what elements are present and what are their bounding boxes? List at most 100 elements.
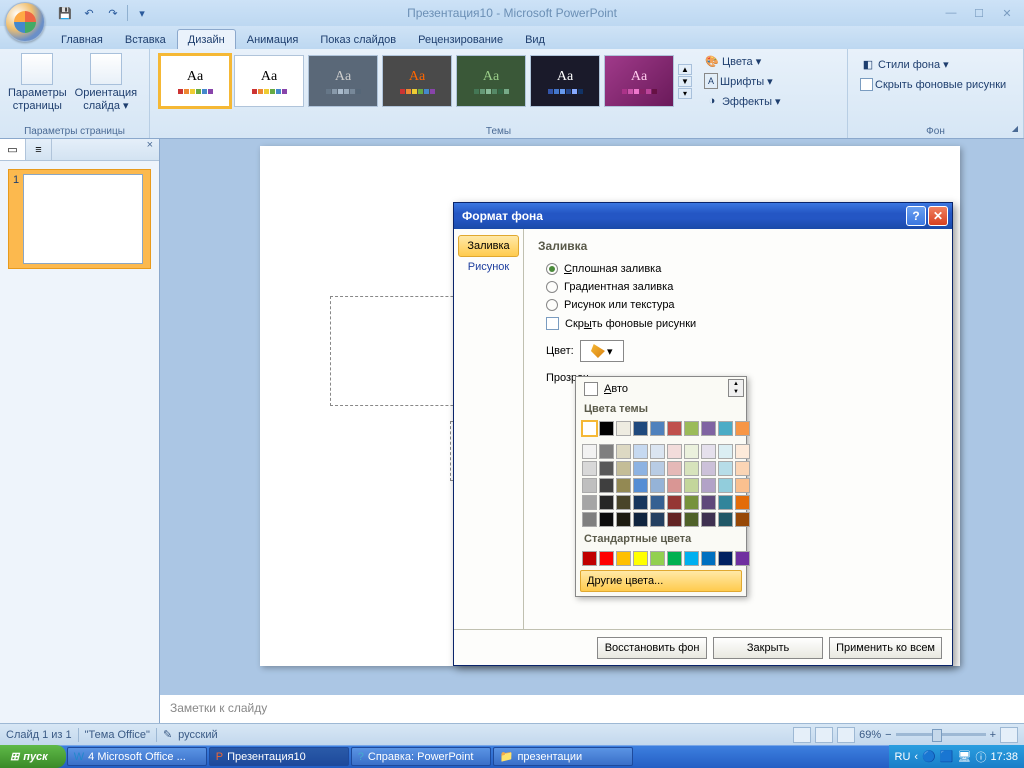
zoom-out-button[interactable]: − (885, 729, 891, 741)
theme-thumb-7[interactable]: Aa (604, 55, 674, 107)
color-swatch[interactable] (684, 444, 699, 459)
themes-more[interactable]: ▾ (678, 88, 692, 99)
slideshow-view-button[interactable] (837, 727, 855, 743)
color-swatch[interactable] (667, 421, 682, 436)
dialog-titlebar[interactable]: Формат фона ? ✕ (454, 203, 952, 229)
more-colors-button[interactable]: Другие цвета... (580, 570, 742, 592)
color-swatch[interactable] (735, 478, 750, 493)
color-swatch[interactable] (582, 551, 597, 566)
color-swatch[interactable] (616, 495, 631, 510)
transparency-spinner[interactable]: ▲▼ (728, 379, 744, 397)
redo-icon[interactable]: ↷ (103, 3, 123, 23)
radio-picture-fill[interactable]: Рисунок или текстура (546, 299, 938, 311)
color-swatch[interactable] (684, 478, 699, 493)
minimize-button[interactable]: — (939, 4, 963, 22)
background-dialog-launcher[interactable]: ◢ (1009, 124, 1021, 136)
color-swatch[interactable] (650, 478, 665, 493)
color-swatch[interactable] (701, 421, 716, 436)
color-swatch[interactable] (633, 478, 648, 493)
color-swatch[interactable] (718, 421, 733, 436)
color-swatch[interactable] (667, 461, 682, 476)
theme-effects-button[interactable]: ◑Эффекты ▾ (700, 92, 790, 110)
close-button[interactable]: Закрыть (713, 637, 823, 659)
tray-icon-2[interactable]: 🟦 (940, 750, 954, 763)
color-swatch[interactable] (650, 444, 665, 459)
color-swatch[interactable] (718, 495, 733, 510)
themes-scroll-up[interactable]: ▲ (678, 64, 692, 75)
panel-close[interactable]: × (141, 139, 159, 160)
taskbar-item-folder[interactable]: 📁презентации (493, 747, 633, 766)
color-swatch[interactable] (633, 495, 648, 510)
theme-thumb-5[interactable]: Aa (456, 55, 526, 107)
color-swatch[interactable] (667, 551, 682, 566)
dialog-close-button[interactable]: ✕ (928, 206, 948, 226)
color-swatch[interactable] (701, 495, 716, 510)
save-icon[interactable]: 💾 (55, 3, 75, 23)
maximize-button[interactable]: ☐ (967, 4, 991, 22)
theme-thumb-4[interactable]: Aa (382, 55, 452, 107)
color-swatch[interactable] (633, 461, 648, 476)
color-swatch[interactable] (599, 478, 614, 493)
taskbar-item-help[interactable]: ?Справка: PowerPoint (351, 747, 491, 766)
color-swatch[interactable] (616, 421, 631, 436)
color-swatch[interactable] (599, 512, 614, 527)
color-swatch[interactable] (735, 512, 750, 527)
start-button[interactable]: ⊞пуск (0, 745, 66, 768)
color-swatch[interactable] (667, 478, 682, 493)
radio-solid-fill[interactable]: Сплошная заливка (546, 263, 938, 275)
tab-animation[interactable]: Анимация (236, 29, 310, 49)
color-swatch[interactable] (616, 478, 631, 493)
color-swatch[interactable] (633, 421, 648, 436)
sorter-view-button[interactable] (815, 727, 833, 743)
color-swatch[interactable] (599, 495, 614, 510)
color-swatch[interactable] (599, 421, 614, 436)
dialog-help-button[interactable]: ? (906, 206, 926, 226)
normal-view-button[interactable] (793, 727, 811, 743)
color-swatch[interactable] (667, 444, 682, 459)
spellcheck-icon[interactable]: ✎ (163, 728, 172, 741)
fit-window-button[interactable] (1000, 727, 1018, 743)
color-swatch[interactable] (735, 461, 750, 476)
color-swatch[interactable] (650, 551, 665, 566)
outline-tab[interactable]: ≡ (26, 139, 52, 160)
nav-picture[interactable]: Рисунок (454, 257, 523, 277)
color-swatch[interactable] (650, 421, 665, 436)
color-swatch[interactable] (684, 495, 699, 510)
color-swatch[interactable] (684, 512, 699, 527)
color-swatch[interactable] (701, 512, 716, 527)
checkbox-hide-bg[interactable]: Скрыть фоновые рисунки (546, 317, 938, 330)
office-button[interactable] (5, 2, 45, 42)
zoom-in-button[interactable]: + (990, 729, 996, 741)
tray-lang[interactable]: RU (895, 751, 911, 763)
color-swatch[interactable] (718, 478, 733, 493)
color-swatch[interactable] (582, 512, 597, 527)
zoom-percent[interactable]: 69% (859, 729, 881, 741)
color-swatch[interactable] (667, 495, 682, 510)
color-swatch[interactable] (582, 478, 597, 493)
tray-clock[interactable]: 17:38 (990, 751, 1018, 763)
taskbar-item-word[interactable]: W4 Microsoft Office ... (67, 747, 207, 766)
color-auto[interactable]: Авто (578, 379, 728, 399)
undo-icon[interactable]: ↶ (79, 3, 99, 23)
color-swatch[interactable] (582, 495, 597, 510)
tray-icon-3[interactable]: 🖥 (958, 750, 972, 763)
tray-expand-icon[interactable]: ‹ (914, 751, 918, 763)
zoom-slider[interactable] (896, 733, 986, 736)
tab-insert[interactable]: Вставка (114, 29, 177, 49)
color-swatch[interactable] (718, 461, 733, 476)
color-swatch[interactable] (735, 421, 750, 436)
color-swatch[interactable] (667, 512, 682, 527)
tab-home[interactable]: Главная (50, 29, 114, 49)
color-swatch[interactable] (701, 444, 716, 459)
color-swatch[interactable] (616, 461, 631, 476)
color-swatch[interactable] (735, 551, 750, 566)
color-swatch[interactable] (616, 551, 631, 566)
apply-all-button[interactable]: Применить ко всем (829, 637, 942, 659)
color-swatch[interactable] (582, 461, 597, 476)
theme-fonts-button[interactable]: AШрифты ▾ (700, 72, 790, 90)
color-swatch[interactable] (582, 421, 597, 436)
taskbar-item-ppt[interactable]: PПрезентация10 (209, 747, 349, 766)
color-swatch[interactable] (616, 444, 631, 459)
color-swatch[interactable] (650, 495, 665, 510)
color-swatch[interactable] (701, 478, 716, 493)
